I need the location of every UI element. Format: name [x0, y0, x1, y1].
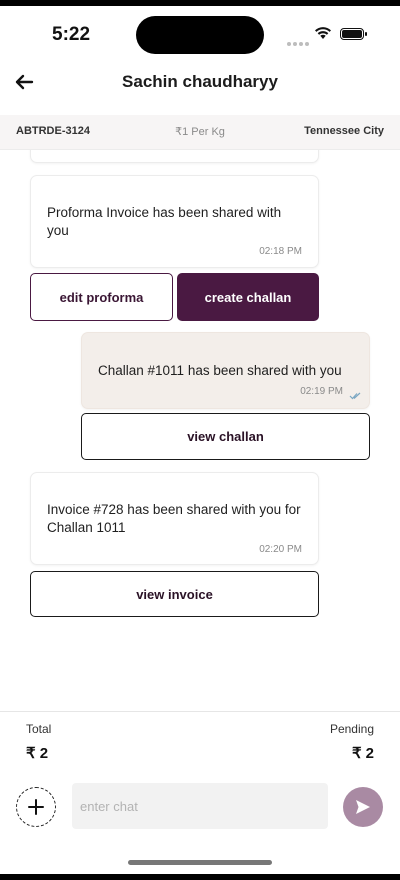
send-button[interactable] — [343, 787, 383, 827]
message-card-proforma: Proforma Invoice has been shared with yo… — [30, 175, 319, 268]
message-text: Proforma Invoice has been shared with yo… — [47, 205, 282, 238]
message-time: 02:18 PM — [259, 246, 302, 257]
wifi-icon — [314, 26, 332, 45]
dynamic-island — [136, 16, 264, 54]
message-time: 02:19 PM — [300, 386, 343, 397]
create-challan-button[interactable]: create challan — [177, 273, 319, 321]
chat-input[interactable] — [72, 783, 328, 829]
pending-value: ₹ 2 — [351, 745, 374, 762]
page-title: Sachin chaudharyy — [122, 72, 278, 91]
double-check-icon — [349, 387, 361, 405]
add-attachment-button[interactable] — [16, 787, 56, 827]
total-value: ₹ 2 — [26, 745, 49, 762]
pending-label: Pending — [329, 722, 374, 736]
message-time: 02:20 PM — [259, 544, 302, 555]
battery-icon — [340, 28, 364, 40]
message-card-challan: Challan #1011 has been shared with you 0… — [81, 332, 370, 409]
screen-top-edge — [0, 0, 400, 6]
plus-icon — [28, 799, 44, 815]
footer-divider — [0, 711, 400, 712]
back-arrow-icon[interactable] — [12, 70, 36, 94]
message-text: Challan #1011 has been shared with you — [98, 363, 342, 378]
message-card-invoice: Invoice #728 has been shared with you fo… — [30, 472, 319, 565]
view-invoice-button[interactable]: view invoice — [30, 571, 319, 617]
battery-tip — [365, 32, 367, 36]
total-label: Total — [26, 722, 52, 736]
location-label: Tennessee City — [304, 125, 384, 137]
send-icon — [356, 800, 370, 814]
home-indicator — [128, 860, 272, 865]
status-time: 5:22 — [52, 24, 91, 45]
edit-proforma-button[interactable]: edit proforma — [30, 273, 173, 321]
signal-icon — [287, 33, 311, 51]
view-challan-button[interactable]: view challan — [81, 413, 370, 460]
screen-bottom-edge — [0, 874, 400, 880]
message-text: Invoice #728 has been shared with you fo… — [47, 502, 301, 535]
